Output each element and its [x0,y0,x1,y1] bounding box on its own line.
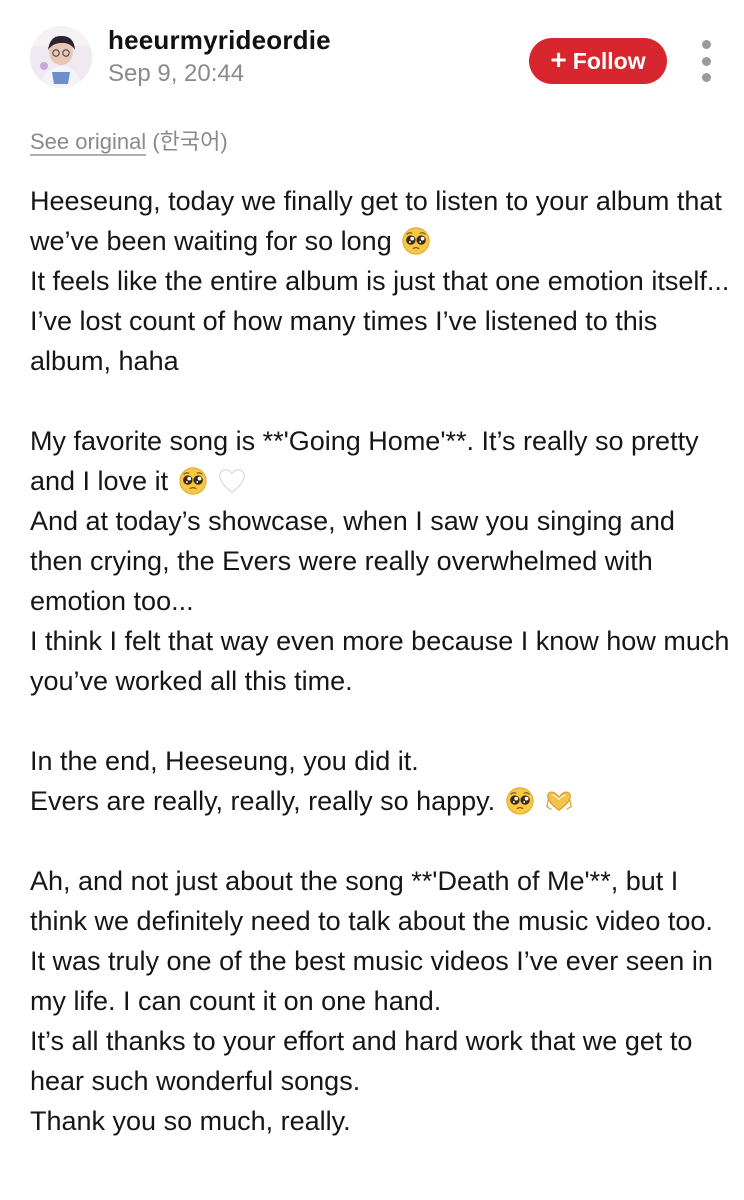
post-paragraph: Ah, and not just about the song **'Death… [30,861,730,1141]
post-line-text: Evers are really, really, really so happ… [30,786,496,816]
post-body: Heeseung, today we finally get to listen… [30,181,730,1141]
follow-button[interactable]: + Follow [529,38,667,84]
post-line: It was truly one of the best music video… [30,941,730,1021]
post-paragraph: In the end, Heeseung, you did it. Evers a… [30,741,730,821]
post-paragraph: My favorite song is **'Going Home'**. It… [30,421,730,701]
post-line: Evers are really, really, really so happ… [30,781,730,821]
more-vertical-icon[interactable] [694,40,718,82]
more-dot [701,40,711,49]
plus-icon: + [550,44,567,75]
pleading-face-icon [392,226,432,256]
more-dot [701,73,711,82]
more-dot [701,56,711,66]
post-line-text: And at today’s showcase, when I saw you … [30,506,675,616]
post-line: My favorite song is **'Going Home'**. It… [30,421,730,501]
white-heart-icon [208,466,248,496]
post-paragraph: Heeseung, today we finally get to listen… [30,181,730,381]
post-line: I think I felt that way even more becaus… [30,621,730,701]
post-timestamp: Sep 9, 20:44 [108,60,245,87]
post-line: Ah, and not just about the song **'Death… [30,861,730,941]
post-line: It feels like the entire album is just t… [30,261,730,381]
post-header: heeurmyrideordie Sep 9, 20:44 + Follow [0,0,744,110]
author-username[interactable]: heeurmyrideordie [108,25,331,56]
post-line: And at today’s showcase, when I saw you … [30,501,730,621]
post-line-text: I think I felt that way even more becaus… [30,626,730,696]
pleading-face-icon [168,466,208,496]
post-line-text: It was truly one of the best music video… [30,946,713,1016]
avatar[interactable] [30,26,92,88]
post-line: In the end, Heeseung, you did it. [30,741,730,781]
post-line-text: Thank you so much, really. [30,1106,351,1136]
translation-note: See original (한국어) [30,124,228,156]
post-line-text: In the end, Heeseung, you did it. [30,746,419,776]
post-line-text: Ah, and not just about the song **'Death… [30,866,713,936]
post-line: Heeseung, today we finally get to listen… [30,181,730,261]
heart-hands-icon [535,786,575,816]
post-line: It’s all thanks to your effort and hard … [30,1021,730,1101]
post-line: Thank you so much, really. [30,1101,730,1141]
pleading-face-icon [495,786,535,816]
post-line-text: My favorite song is **'Going Home'**. It… [30,426,699,496]
see-original-link[interactable]: See original [30,129,146,154]
follow-button-label: Follow [572,47,646,74]
original-language-label: (한국어) [152,129,228,154]
post-line-text: It’s all thanks to your effort and hard … [30,1026,693,1096]
post-line-text: Heeseung, today we finally get to listen… [30,186,722,256]
post-line-text: It feels like the entire album is just t… [30,266,730,376]
